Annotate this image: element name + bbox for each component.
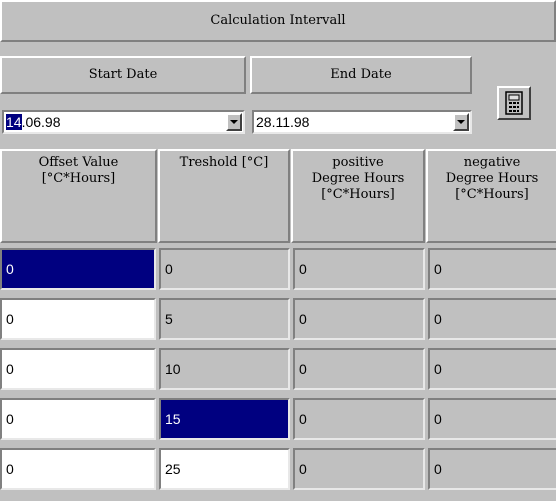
table-cell[interactable]: 0 bbox=[428, 348, 556, 390]
table-cell[interactable]: 0 bbox=[0, 398, 156, 440]
calculation-interval-title: Calculation Intervall bbox=[210, 13, 346, 28]
start-date-header: Start Date bbox=[0, 56, 246, 94]
table-cell[interactable]: 0 bbox=[428, 298, 556, 340]
table-cell[interactable]: 0 bbox=[293, 248, 425, 290]
end-date-combobox[interactable]: 28.11.98 bbox=[252, 110, 472, 134]
start-date-value[interactable]: 14.06.98 bbox=[6, 113, 61, 131]
calculator-icon bbox=[505, 91, 523, 115]
table-cell[interactable]: 0 bbox=[428, 398, 556, 440]
table-cell[interactable]: 0 bbox=[0, 248, 156, 290]
table-cell[interactable]: 0 bbox=[293, 448, 425, 490]
col-header-positive: positive Degree Hours [°C*Hours] bbox=[291, 149, 425, 243]
chevron-down-icon bbox=[457, 120, 465, 124]
table-cell[interactable]: 25 bbox=[159, 448, 290, 490]
table-cell[interactable]: 0 bbox=[293, 348, 425, 390]
table-cell[interactable]: 0 bbox=[159, 248, 290, 290]
col-header-threshold: Treshold [°C] bbox=[158, 149, 290, 243]
end-date-dropdown-button[interactable] bbox=[453, 113, 469, 131]
col-header-positive-label: positive Degree Hours [°C*Hours] bbox=[311, 155, 405, 202]
end-date-header: End Date bbox=[250, 56, 472, 94]
chevron-down-icon bbox=[230, 120, 238, 124]
end-date-value[interactable]: 28.11.98 bbox=[256, 113, 309, 131]
table-cell[interactable]: 0 bbox=[428, 248, 556, 290]
start-date-dropdown-button[interactable] bbox=[226, 113, 242, 131]
start-date-label: Start Date bbox=[88, 67, 158, 82]
col-header-offset-label: Offset Value [°C*Hours] bbox=[38, 155, 119, 186]
calculate-button[interactable] bbox=[497, 86, 531, 120]
table-cell[interactable]: 0 bbox=[0, 348, 156, 390]
table-cell[interactable]: 5 bbox=[159, 298, 290, 340]
table-cell[interactable]: 0 bbox=[293, 398, 425, 440]
table-cell[interactable]: 0 bbox=[0, 448, 156, 490]
calculation-interval-header: Calculation Intervall bbox=[0, 0, 556, 42]
col-header-offset: Offset Value [°C*Hours] bbox=[0, 149, 157, 243]
start-date-combobox[interactable]: 14.06.98 bbox=[2, 110, 245, 134]
col-header-negative: negative Degree Hours [°C*Hours] bbox=[426, 149, 556, 243]
table-cell[interactable]: 0 bbox=[293, 298, 425, 340]
table-cell[interactable]: 10 bbox=[159, 348, 290, 390]
table-cell[interactable]: 15 bbox=[159, 398, 290, 440]
col-header-threshold-label: Treshold [°C] bbox=[179, 155, 269, 170]
table-cell[interactable]: 0 bbox=[428, 448, 556, 490]
col-header-negative-label: negative Degree Hours [°C*Hours] bbox=[445, 155, 539, 202]
end-date-label: End Date bbox=[330, 67, 392, 82]
table-cell[interactable]: 0 bbox=[0, 298, 156, 340]
